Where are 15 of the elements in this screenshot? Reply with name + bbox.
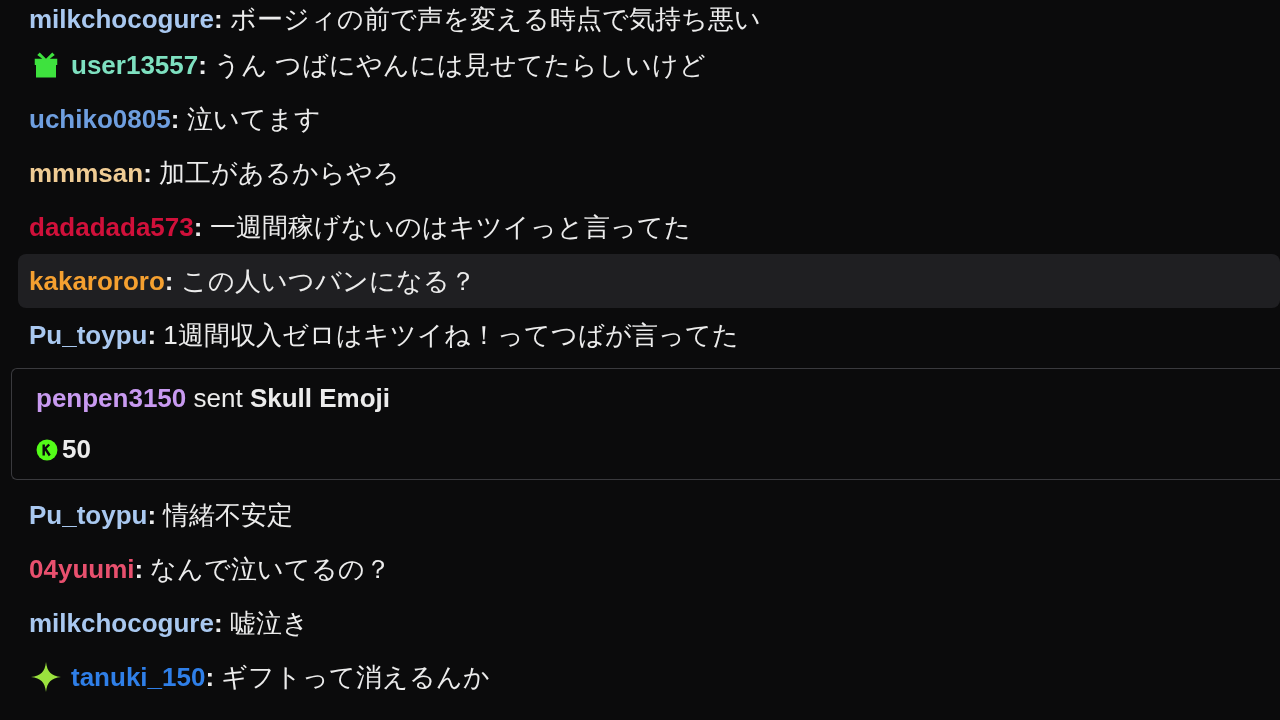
- gift-message: penpen3150 sent Skull Emoji: [36, 383, 392, 414]
- chat-message: Pu_toypu: 1週間収入ゼロはキツイね！ってつばが言ってた: [29, 318, 739, 352]
- coin-icon: [36, 438, 58, 461]
- chat-message: mmmsan: 加工があるからやろ: [29, 156, 401, 190]
- chat-message: user13557: うん つばにやんには見せてたらしいけど: [71, 48, 707, 82]
- chat-message: dadadada573: 一週間稼げないのはキツイっと言ってた: [29, 210, 691, 244]
- gift-amount: 50: [62, 434, 91, 465]
- chat-message: milkchocogure: ボージィの前で声を変える時点で気持ち悪い: [29, 2, 761, 36]
- chat-message: tanuki_150: ギフトって消えるんか: [71, 660, 491, 694]
- chat-message: Pu_toypu: 情緒不安定: [29, 498, 294, 532]
- chat-message: kakarororo: この人いつバンになる？: [29, 264, 476, 298]
- chat-message: uchiko0805: 泣いてます: [29, 102, 321, 136]
- chat-message: milkchocogure: 嘘泣き: [29, 606, 309, 640]
- sparkle-icon: [31, 662, 61, 692]
- chat-message: 04yuumi: なんで泣いてるの？: [29, 552, 392, 586]
